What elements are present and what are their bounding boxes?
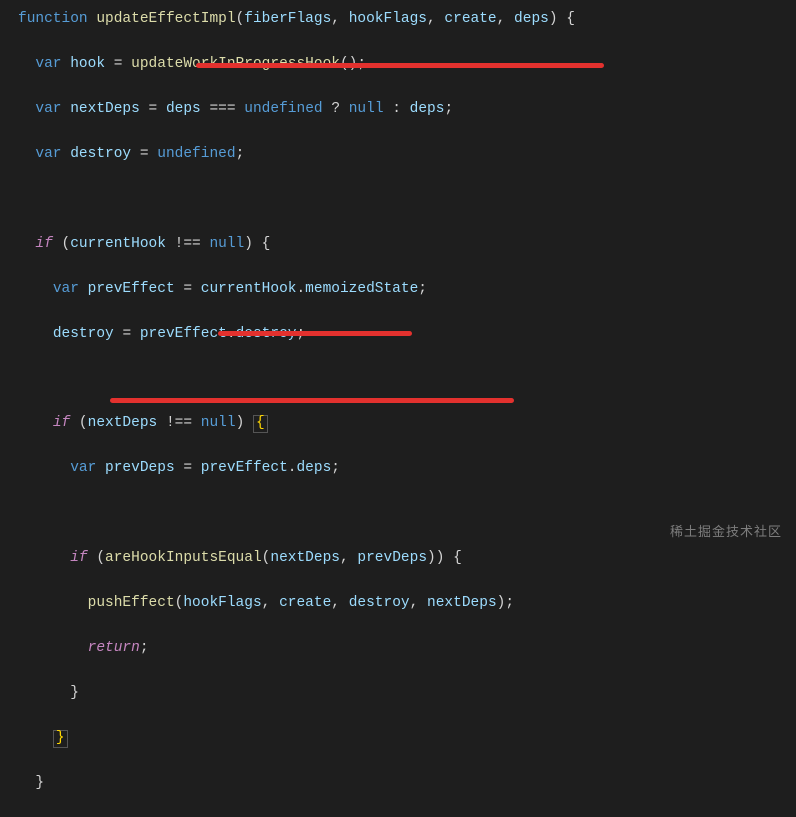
annotation-underline-3: [110, 398, 514, 403]
code-block: function updateEffectImpl(fiberFlags, ho…: [0, 8, 796, 817]
watermark: 稀土掘金技术社区: [670, 522, 782, 542]
annotation-underline-2: [218, 331, 412, 336]
annotation-underline-1: [196, 63, 604, 68]
